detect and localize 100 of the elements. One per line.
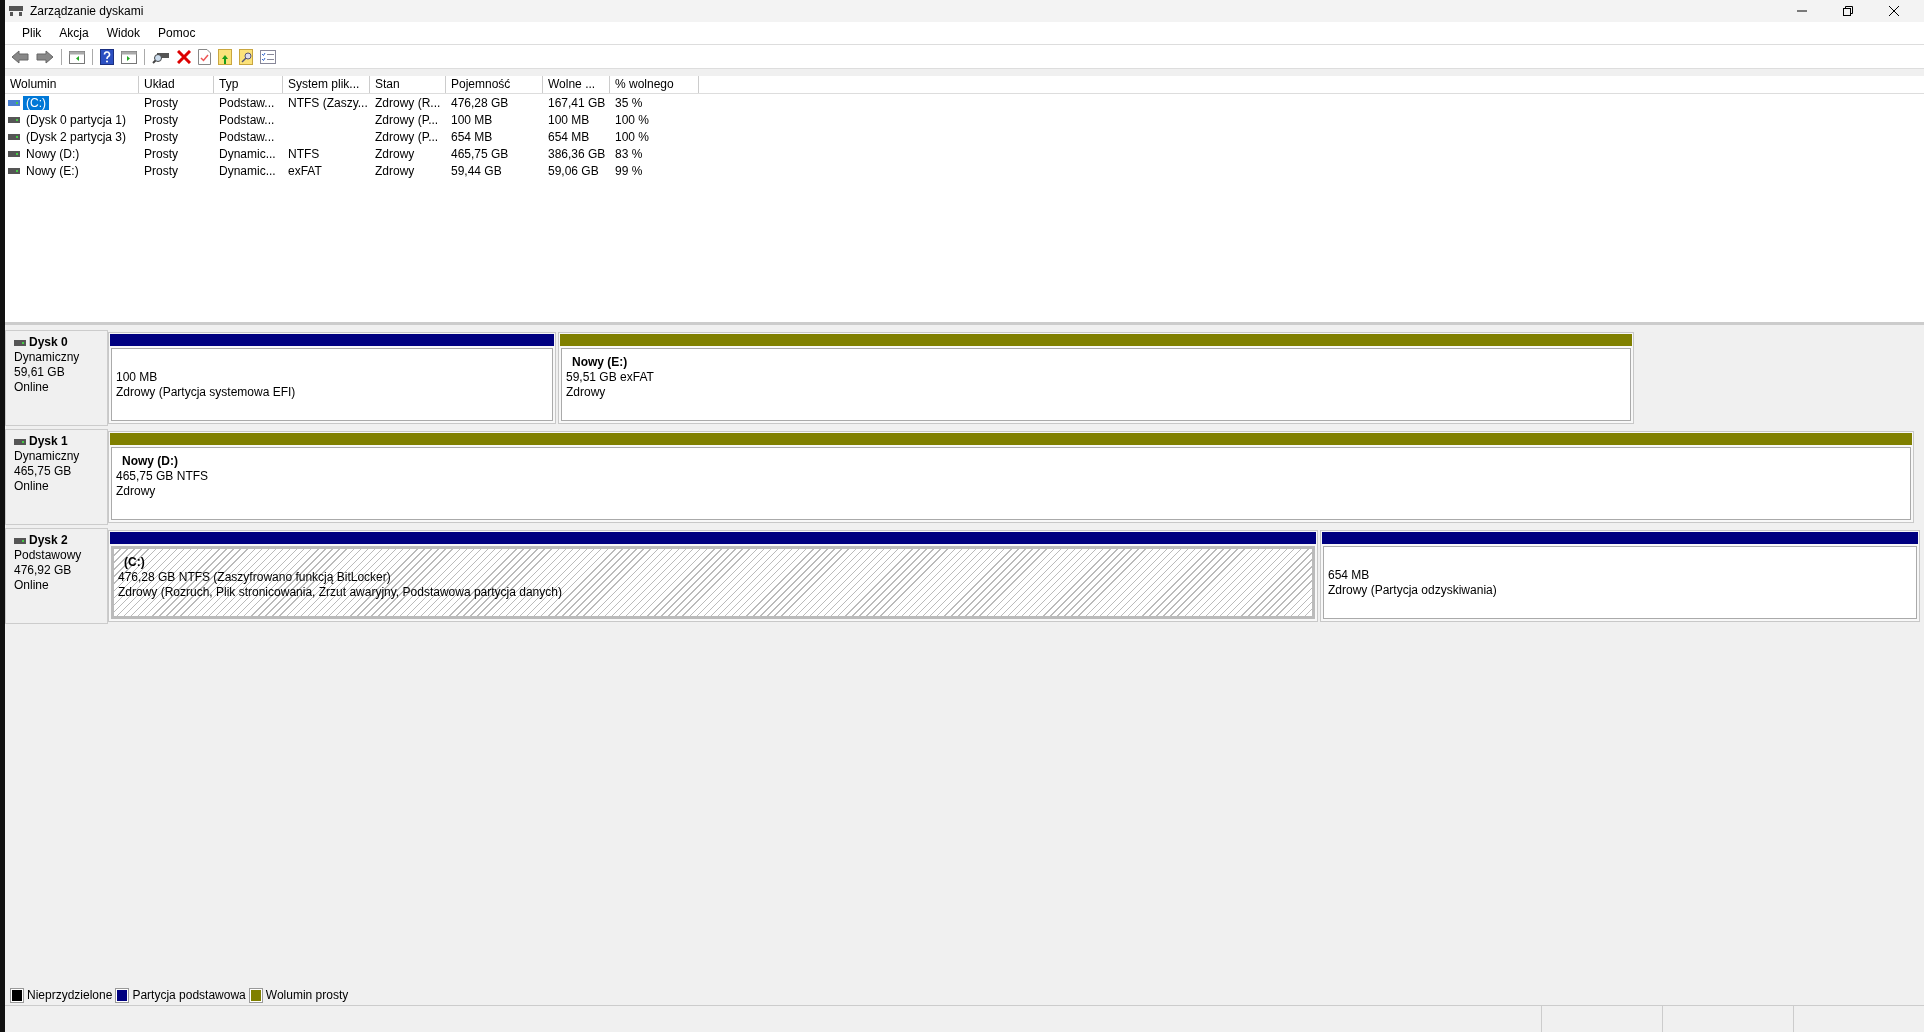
disk-name: Dysk 2 [29, 533, 68, 548]
drive-icon [8, 116, 20, 123]
legend-label: Partycja podstawowa [132, 988, 246, 1002]
panel-icon[interactable] [69, 49, 85, 64]
table-cell-text: 59,44 GB [450, 163, 503, 178]
table-cell-text: NTFS (Zaszy... [287, 95, 369, 110]
panel-icon[interactable] [121, 49, 137, 64]
partition-status: Zdrowy (Rozruch, Plik stronicowania, Zrzut awaryjny, Podstawowa partycja danych) [118, 585, 563, 600]
partition-status: Zdrowy [566, 385, 607, 400]
volume-name[interactable]: (C:) [23, 95, 49, 110]
disk-drive-icon [14, 339, 26, 346]
disk-name: Dysk 1 [29, 434, 68, 449]
table-cell-text: 167,41 GB [547, 95, 607, 110]
partition-block[interactable]: (C:) 476,28 GB NTFS (Zaszyfrowano funkcją BitLocker) Zdrowy (Rozruch, Plik stronicowania, Zrzut awaryjny, Podstawowa partycja danych) [108, 530, 1318, 622]
table-cell-text: 476,28 GB [450, 95, 510, 110]
column-header[interactable]: Wolne ... [543, 76, 610, 93]
disk-size: 59,61 GB [14, 365, 66, 380]
table-cell-text: exFAT [287, 163, 323, 178]
table-cell-text: Zdrowy (R... [374, 95, 442, 110]
disk-info-panel[interactable]: Dysk 0 Dynamiczny 59,61 GB Online [5, 330, 108, 426]
disk-drive-icon [14, 537, 26, 544]
menu-item[interactable]: Akcja [50, 26, 98, 40]
volume-name[interactable]: Nowy (E:) [23, 163, 82, 178]
partition-size: 59,51 GB exFAT [566, 370, 655, 385]
table-cell-text: 465,75 GB [450, 146, 510, 161]
table-cell-text: Prosty [143, 163, 179, 178]
table-cell-text: NTFS [287, 146, 321, 161]
partition-name: Nowy (D:) [121, 454, 179, 469]
disk-status: Online [14, 479, 50, 494]
column-header[interactable]: Typ [214, 76, 283, 93]
table-cell-text: Prosty [143, 112, 179, 127]
close-icon[interactable] [1888, 5, 1900, 17]
table-cell-text: 99 % [614, 163, 644, 178]
table-cell-text: 100 % [614, 129, 651, 144]
column-header[interactable]: Pojemność [446, 76, 543, 93]
volume-name[interactable]: Nowy (D:) [23, 146, 83, 161]
partition-name: Nowy (E:) [571, 355, 629, 370]
back-arrow-icon[interactable] [11, 48, 29, 65]
volume-name[interactable]: (Dysk 0 partycja 1) [23, 112, 130, 127]
column-header[interactable]: Układ [139, 76, 214, 93]
table-cell-text: Podstaw... [218, 95, 276, 110]
partition-size: 465,75 GB NTFS [116, 469, 210, 484]
disk-size: 465,75 GB [14, 464, 73, 479]
help-icon[interactable] [100, 48, 114, 65]
menu-item[interactable]: Widok [97, 26, 150, 40]
table-cell-text: Dynamic... [218, 146, 277, 161]
legend-label: Nieprzydzielone [27, 988, 113, 1002]
checked-document-icon[interactable] [198, 48, 211, 65]
folder-magnifier-icon[interactable] [239, 48, 253, 65]
disk-type: Dynamiczny [14, 350, 81, 365]
partition-block[interactable]: Nowy (D:) 465,75 GB NTFS Zdrowy [108, 431, 1914, 523]
drive-icon [8, 150, 20, 157]
partition-block[interactable]: Nowy (E:) 59,51 GB exFAT Zdrowy [558, 332, 1634, 424]
disk-status: Online [14, 380, 50, 395]
table-cell-text: 100 % [614, 112, 651, 127]
disk-info-panel[interactable]: Dysk 1 Dynamiczny 465,75 GB Online [5, 429, 108, 525]
table-cell-text: Zdrowy (P... [374, 129, 440, 144]
partition-block[interactable]: 654 MB Zdrowy (Partycja odzyskiwania) [1320, 530, 1920, 622]
drive-icon [8, 99, 20, 106]
menu-item[interactable]: Pomoc [149, 26, 205, 40]
disk-info-panel[interactable]: Dysk 2 Podstawowy 476,92 GB Online [5, 528, 108, 624]
partition-size: 100 MB [116, 370, 159, 385]
partition-name: (C:) [123, 555, 146, 570]
column-header[interactable]: Wolumin [5, 76, 139, 93]
table-cell-text: 100 MB [547, 112, 591, 127]
table-cell-text: Zdrowy [374, 146, 416, 161]
disk-drive-icon [8, 4, 24, 18]
table-cell-text: 83 % [614, 146, 644, 161]
table-cell-text: 35 % [614, 95, 644, 110]
table-cell-text: Prosty [143, 146, 179, 161]
restore-icon[interactable] [1842, 5, 1854, 17]
partition-status: Zdrowy (Partycja systemowa EFI) [116, 385, 297, 400]
drive-icon [8, 167, 20, 174]
disk-status: Online [14, 578, 50, 593]
delete-icon[interactable] [177, 49, 191, 64]
table-cell-text: Dynamic... [218, 163, 277, 178]
table-cell-text: 100 MB [450, 112, 494, 127]
window-title: Zarządzanie dyskami [30, 4, 144, 18]
table-cell-text: Podstaw... [218, 129, 276, 144]
partition-size: 476,28 GB NTFS (Zaszyfrowano funkcją BitLocker) [118, 570, 392, 585]
column-header[interactable]: Stan [370, 76, 446, 93]
partition-block[interactable]: 100 MB Zdrowy (Partycja systemowa EFI) [108, 332, 556, 424]
disk-drive-icon [14, 438, 26, 445]
table-cell-text: 654 MB [547, 129, 591, 144]
legend-label: Wolumin prosty [265, 988, 349, 1002]
volume-name[interactable]: (Dysk 2 partycja 3) [23, 129, 130, 144]
column-header[interactable]: % wolnego [610, 76, 699, 93]
checklist-icon[interactable] [260, 49, 276, 64]
partition-status: Zdrowy [116, 484, 157, 499]
table-cell-text: 386,36 GB [547, 146, 607, 161]
menu-item[interactable]: Plik [13, 26, 51, 40]
forward-arrow-icon[interactable] [36, 48, 54, 65]
table-cell-text: 59,06 GB [547, 163, 600, 178]
disk-name: Dysk 0 [29, 335, 68, 350]
column-header[interactable]: System plik... [283, 76, 370, 93]
table-cell-text: Prosty [143, 129, 179, 144]
disk-type: Podstawowy [14, 548, 83, 563]
partition-size: 654 MB [1328, 568, 1371, 583]
table-cell-text: Zdrowy [374, 163, 416, 178]
table-cell-text: 654 MB [450, 129, 494, 144]
